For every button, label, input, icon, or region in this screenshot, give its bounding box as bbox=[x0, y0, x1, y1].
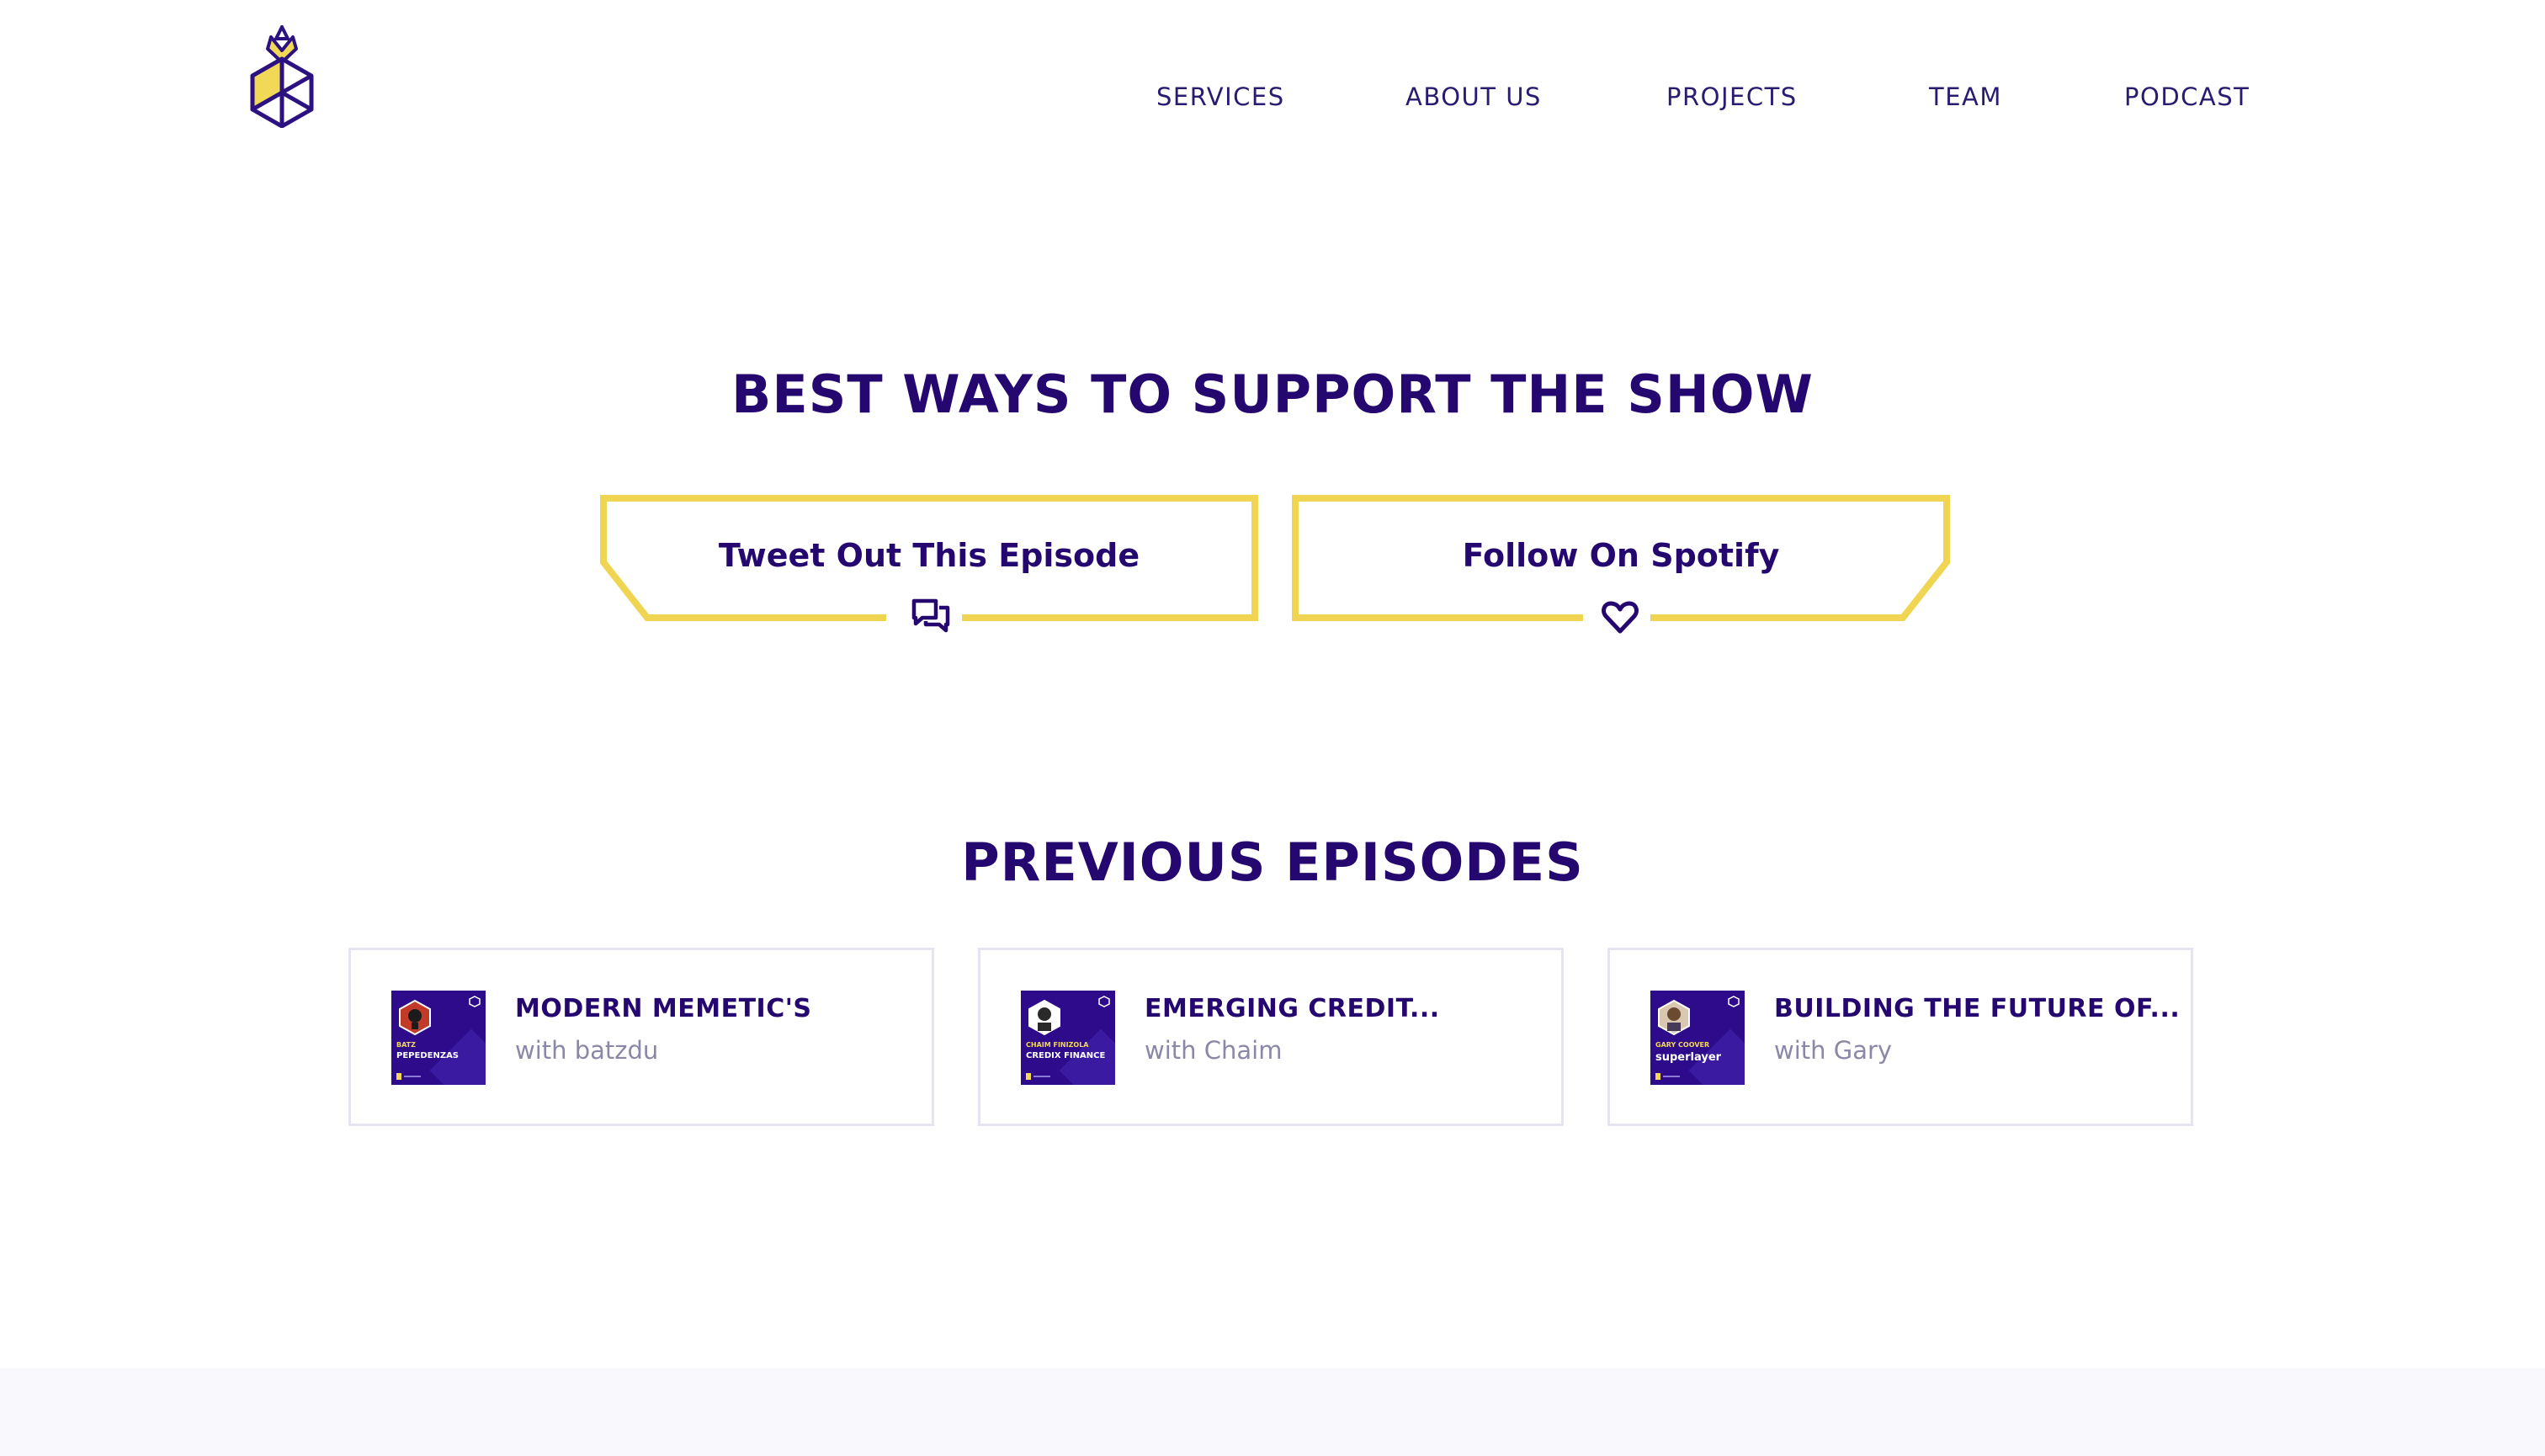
thumb-guest-name: GARY COOVER bbox=[1655, 1041, 1710, 1049]
episode-thumbnail: GARY COOVER superlayer bbox=[1650, 991, 1745, 1085]
episode-title: EMERGING CREDIT... bbox=[1145, 994, 1440, 1023]
hexagon-badge-icon bbox=[469, 996, 481, 1007]
episode-title: MODERN MEMETIC'S bbox=[515, 994, 812, 1023]
nav-projects[interactable]: PROJECTS bbox=[1666, 82, 1798, 111]
episode-card-emerging-credit[interactable]: CHAIM FINIZOLA CREDIX FINANCE EMERGING C… bbox=[978, 948, 1564, 1126]
episode-thumbnail: CHAIM FINIZOLA CREDIX FINANCE bbox=[1021, 991, 1115, 1085]
episode-card-modern-memetics[interactable]: BATZ PEPEDENZAS MODERN MEMETIC'S with ba… bbox=[348, 948, 934, 1126]
tweet-button-label: Tweet Out This Episode bbox=[718, 537, 1140, 574]
episode-guest: with batzdu bbox=[515, 1036, 659, 1065]
chat-bubbles-icon bbox=[911, 598, 950, 633]
guest-avatar-icon bbox=[1028, 999, 1060, 1036]
previous-episodes-title: PREVIOUS EPISODES bbox=[961, 832, 1584, 893]
nav-about-us[interactable]: ABOUT US bbox=[1405, 82, 1542, 111]
podcast-page: SERVICES ABOUT US PROJECTS TEAM PODCAST … bbox=[0, 0, 2545, 1456]
thumb-guest-org: CREDIX FINANCE bbox=[1026, 1051, 1106, 1060]
thumb-footer-mark bbox=[1026, 1073, 1050, 1080]
episode-guest: with Gary bbox=[1774, 1036, 1893, 1065]
episode-title: BUILDING THE FUTURE OF... bbox=[1774, 994, 2178, 1023]
nav-services[interactable]: SERVICES bbox=[1156, 82, 1285, 111]
episode-guest: with Chaim bbox=[1145, 1036, 1283, 1065]
thumb-guest-org: PEPEDENZAS bbox=[396, 1051, 460, 1060]
nav-podcast[interactable]: PODCAST bbox=[2124, 82, 2250, 111]
episode-card-building-the-future[interactable]: GARY COOVER superlayer BUILDING THE FUTU… bbox=[1607, 948, 2193, 1126]
thumb-guest-name: BATZ bbox=[396, 1041, 416, 1049]
tweet-episode-button[interactable]: Tweet Out This Episode bbox=[600, 495, 1258, 640]
follow-spotify-button[interactable]: Follow On Spotify bbox=[1292, 495, 1950, 640]
thumb-guest-name: CHAIM FINIZOLA bbox=[1026, 1041, 1089, 1049]
nav-team[interactable]: TEAM bbox=[1929, 82, 2002, 111]
main-nav: SERVICES ABOUT US PROJECTS TEAM PODCAST bbox=[0, 82, 2545, 120]
episode-thumbnail: BATZ PEPEDENZAS bbox=[391, 991, 486, 1085]
thumb-guest-org: superlayer bbox=[1655, 1051, 1722, 1064]
guest-avatar-icon bbox=[1658, 999, 1690, 1036]
spotify-button-label: Follow On Spotify bbox=[1462, 537, 1780, 574]
heart-icon bbox=[1602, 601, 1639, 634]
thumb-footer-mark bbox=[1655, 1073, 1680, 1080]
guest-avatar-icon bbox=[399, 999, 431, 1036]
footer-band bbox=[0, 1368, 2545, 1456]
thumb-footer-mark bbox=[396, 1073, 421, 1080]
support-section-title: BEST WAYS TO SUPPORT THE SHOW bbox=[731, 364, 1814, 425]
hexagon-badge-icon bbox=[1728, 996, 1740, 1007]
hexagon-badge-icon bbox=[1098, 996, 1110, 1007]
